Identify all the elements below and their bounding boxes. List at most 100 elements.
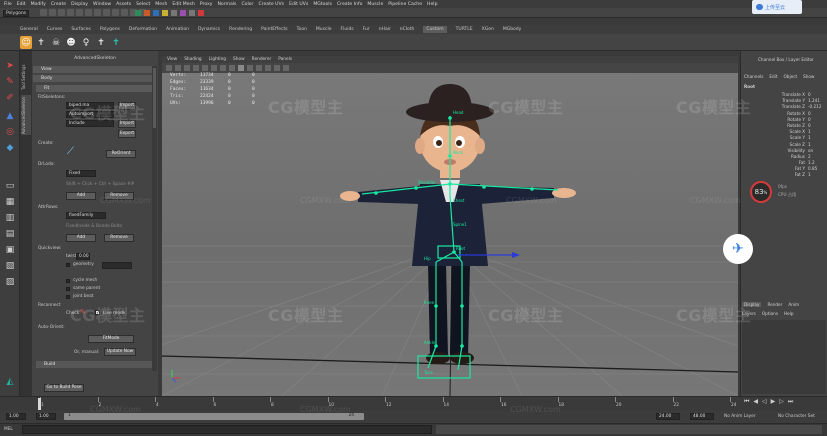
menu-mesh[interactable]: Mesh [155, 2, 167, 7]
custom-tool-icon[interactable]: ◭ [4, 376, 16, 388]
shelf-tab-fur[interactable]: Fur [363, 27, 370, 32]
bookmark-icon[interactable] [184, 65, 190, 71]
toggle-icon[interactable] [171, 10, 177, 16]
play-forward-icon[interactable]: ▶ [771, 398, 776, 406]
command-input[interactable] [22, 425, 432, 434]
menu-edit-uvs[interactable]: Edit UVs [289, 2, 308, 7]
layout-script-icon[interactable]: ▨ [4, 276, 16, 288]
add-button-2[interactable]: Add [66, 234, 96, 242]
shelf-smile-icon[interactable]: ☺ [20, 36, 32, 49]
export-button[interactable]: Export [118, 130, 136, 138]
menu-edit-mesh[interactable]: Edit Mesh [172, 2, 194, 7]
paint-select-tool-icon[interactable]: ✐ [4, 92, 16, 104]
shelf-tab-xgen[interactable]: XGen [482, 27, 494, 32]
textured-icon[interactable] [247, 65, 253, 71]
go-to-start-icon[interactable]: ⏮ [744, 398, 749, 406]
section-view[interactable]: View [33, 66, 157, 73]
image-plane-icon[interactable] [193, 65, 199, 71]
shelf-face-icon[interactable]: ☻ [65, 36, 77, 49]
cloud-upload-button[interactable]: 上传至云 [752, 0, 802, 14]
shelf-tab-custom[interactable]: Custom [423, 26, 447, 33]
fixed-family-field[interactable]: fixedFamily [66, 212, 106, 219]
shelf-tab-painteffects[interactable]: PaintEffects [261, 27, 287, 32]
layout-outliner-icon[interactable]: ▤ [4, 228, 16, 240]
menu-muscle[interactable]: Muscle [367, 2, 383, 7]
toggle-icon[interactable] [198, 10, 204, 16]
layout-single-icon[interactable]: ▭ [4, 180, 16, 192]
viewport-menu-panels[interactable]: Panels [278, 57, 292, 62]
isolate-icon[interactable] [283, 65, 289, 71]
snap-grid-icon[interactable] [94, 9, 101, 16]
cycle-mesh-checkbox[interactable] [66, 279, 70, 283]
layer-menu-options[interactable]: Options [762, 311, 778, 316]
section-fit[interactable]: Fit [36, 85, 154, 92]
anim-layer-label[interactable]: No Anim Layer [724, 414, 756, 419]
shelf-figure-icon[interactable]: ♀ [80, 36, 92, 49]
toggle-icon[interactable] [180, 10, 186, 16]
save-scene-icon[interactable] [58, 9, 65, 16]
new-scene-icon[interactable] [40, 9, 47, 16]
twist-field[interactable]: 0.00 [76, 253, 90, 260]
resolution-gate-icon[interactable] [220, 65, 226, 71]
panel-scrollbar[interactable] [152, 66, 157, 371]
shelf-tab-general[interactable]: General [20, 27, 38, 32]
toggle-icon[interactable] [189, 10, 195, 16]
range-end-field[interactable]: 24.00 [656, 413, 680, 420]
menu-modify[interactable]: Modify [31, 2, 46, 7]
menu-create-info[interactable]: Create Info [337, 2, 362, 7]
reorient-button[interactable]: ReOrient [106, 150, 136, 158]
section-build[interactable]: Build [36, 361, 154, 368]
scale-tool-icon[interactable]: ◆ [4, 142, 16, 154]
shelf-tab-dynamics[interactable]: Dynamics [198, 27, 220, 32]
menu-help[interactable]: Help [427, 2, 437, 7]
shelf-tab-muscle[interactable]: Muscle [316, 27, 332, 32]
lasso-tool-icon[interactable]: ✎ [4, 76, 16, 88]
range-start-field[interactable]: 1.00 [6, 413, 26, 420]
add-button[interactable]: Add [66, 192, 96, 200]
menu-display[interactable]: Display [71, 2, 88, 7]
update-now-button[interactable]: Update Now [104, 348, 136, 356]
open-scene-icon[interactable] [49, 9, 56, 16]
layout-graph-icon[interactable]: ▣ [4, 244, 16, 256]
range-max-field[interactable]: 48.00 [690, 413, 714, 420]
menu-select[interactable]: Select [136, 2, 150, 7]
menu-assets[interactable]: Assets [116, 2, 131, 7]
side-tab-advanced-skeleton[interactable]: AdvancedSkeleton [21, 95, 31, 135]
rotate-tool-icon[interactable]: ◎ [4, 126, 16, 138]
smooth-shade-icon[interactable] [238, 65, 244, 71]
mel-label[interactable]: MEL [4, 427, 13, 432]
menu-create[interactable]: Create [51, 2, 66, 7]
lights-icon[interactable] [256, 65, 262, 71]
shelf-tab-mgbody[interactable]: MGbody [503, 27, 522, 32]
section-body[interactable]: Body [33, 75, 157, 82]
layer-list[interactable] [742, 320, 826, 394]
fitmode-button[interactable]: FitMode [88, 335, 134, 343]
shelf-tab-curves[interactable]: Curves [47, 27, 63, 32]
geometry-dropdown[interactable] [102, 262, 132, 269]
layer-tab-anim[interactable]: Anim [788, 302, 799, 307]
film-gate-icon[interactable] [211, 65, 217, 71]
viewport-menu-show[interactable]: Show [233, 57, 245, 62]
viewport-menu-lighting[interactable]: Lighting [209, 57, 226, 62]
viewport-menu-shading[interactable]: Shading [184, 57, 201, 62]
mode-select[interactable]: Polygons [3, 10, 29, 17]
same-parent-checkbox[interactable] [66, 287, 70, 291]
fixed-dropdown[interactable]: Fixed [66, 170, 96, 177]
range-inner-start-field[interactable]: 1.00 [36, 413, 56, 420]
toggle-icon[interactable] [153, 10, 159, 16]
geometry-checkbox[interactable] [66, 263, 70, 267]
go-to-end-icon[interactable]: ⏭ [788, 398, 793, 406]
shelf-tab-surfaces[interactable]: Surfaces [71, 27, 91, 32]
floating-bird-icon[interactable]: ✈ [723, 234, 753, 264]
toggle-icon[interactable] [135, 10, 141, 16]
time-slider-playhead[interactable] [38, 398, 41, 410]
shelf-tab-deformation[interactable]: Deformation [129, 27, 157, 32]
render-icon[interactable] [121, 9, 128, 16]
step-forward-icon[interactable]: ▷ [779, 398, 784, 406]
layer-menu-help[interactable]: Help [784, 311, 794, 316]
shelf-tab-polygons[interactable]: Polygons [100, 27, 120, 32]
select-hierarchy-icon[interactable] [67, 9, 74, 16]
shelf-tab-toon[interactable]: Toon [297, 27, 307, 32]
snap-point-icon[interactable] [112, 9, 119, 16]
remove-button-2[interactable]: Remove [104, 234, 134, 242]
